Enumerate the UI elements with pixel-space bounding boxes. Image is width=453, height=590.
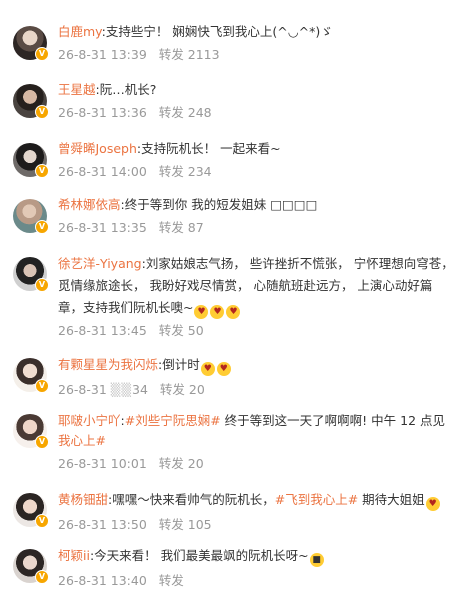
comment-text-tail: □□□□ [270,197,318,212]
verified-badge-icon: V [35,278,49,292]
comment-text: 支持些宁！ 娴娴快飞到我心上 [105,24,273,39]
comment-text: 今天来看！ 我们最美最飒的阮机长呀~ [94,548,309,563]
sunglasses-emoji-icon: ■ [309,553,324,567]
avatar[interactable]: V [13,257,49,292]
comment-text: 支持阮机长！ 一起来看~ [141,141,281,156]
repost-button[interactable]: 转发 105 [159,517,212,532]
emoji-icon: ♥ [194,305,209,319]
username[interactable]: 徐艺洋-Yiyang [58,256,142,271]
timestamp: 26-8-31 13:36 [58,105,147,120]
timestamp: 26-8-31 10:01 [58,456,147,471]
emoji-icon: ♥ [216,362,231,376]
username[interactable]: 希林娜依高 [58,197,121,212]
repost-button[interactable]: 转发 20 [159,456,204,471]
comment-text-tail: (^◡^*)ゞ [272,24,333,39]
repost-button[interactable]: 转发 20 [160,382,205,397]
emoji-icon: ♥ [226,305,241,319]
verified-badge-icon: V [35,164,49,178]
avatar[interactable]: V [13,199,49,234]
username[interactable]: 王星越 [58,82,96,97]
avatar[interactable]: V [13,26,49,61]
verified-badge-icon: V [35,435,49,449]
timestamp: 26-8-31 [58,382,107,397]
verified-badge-icon: V [35,570,49,584]
verified-badge-icon: V [35,105,49,119]
timestamp-tail: 34 [132,382,148,397]
verified-badge-icon: V [35,47,49,61]
comment-text: 终于等到这一天了啊啊啊! 中午 12 点见 [220,413,445,428]
emoji-icon: ♥ [425,497,440,511]
avatar[interactable]: V [13,143,49,178]
avatar[interactable]: V [13,358,49,393]
timestamp: 26-8-31 13:35 [58,220,147,235]
repost-button[interactable]: 转发 248 [159,105,212,120]
verified-badge-icon: V [35,220,49,234]
repost-button[interactable]: 转发 87 [159,220,204,235]
repost-button[interactable]: 转发 234 [159,164,212,179]
topic-tag-link[interactable]: #飞到我心上# [275,492,358,507]
repost-button[interactable]: 转发 50 [159,323,204,338]
username[interactable]: 白鹿my [58,24,102,39]
comment-text: 阮…机长? [99,82,157,97]
comment-text: 倒计时 [162,357,200,372]
verified-badge-icon: V [35,379,49,393]
avatar[interactable]: V [13,549,49,584]
username[interactable]: 耶啵小宁吖 [58,413,121,428]
timestamp: 26-8-31 13:50 [58,517,147,532]
comment-text-tail: 期待大姐姐 [358,492,425,507]
emoji-icon: ♥ [200,362,215,376]
comment-text: 终于等到你 我的短发姐妹 [124,197,271,212]
topic-tag-link[interactable]: 我心上# [58,433,106,448]
avatar[interactable]: V [13,414,49,449]
comment-text: 嘿嘿～快来看帅气的阮机长， [112,492,275,507]
timestamp: 26-8-31 13:40 [58,573,147,588]
repost-button[interactable]: 转发 [159,573,184,588]
avatar[interactable]: V [13,84,49,119]
username[interactable]: 柯颖ii [58,548,90,563]
timestamp: 26-8-31 14:00 [58,164,147,179]
username[interactable]: 曾舜晞Joseph [58,141,137,156]
timestamp: 26-8-31 13:39 [58,47,147,62]
avatar[interactable]: V [13,493,49,528]
timestamp: 26-8-31 13:45 [58,323,147,338]
repost-button[interactable]: 转发 2113 [159,47,220,62]
username[interactable]: 黄杨钿甜 [58,492,108,507]
comment-list: V 白鹿my:支持些宁！ 娴娴快飞到我心上(^◡^*)ゞ 26-8-31 13:… [0,0,453,588]
topic-tag-link[interactable]: #刘些宁阮思娴# [125,413,221,428]
verified-badge-icon: V [35,514,49,528]
username[interactable]: 有颗星星为我闪烁 [58,357,158,372]
emoji-icon: ♥ [210,305,225,319]
